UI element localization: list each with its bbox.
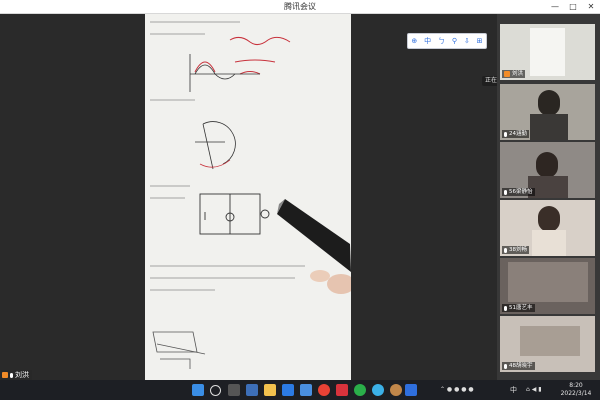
participant-tile[interactable]: 刘洪	[500, 24, 595, 80]
mic-icon	[10, 372, 13, 378]
toolbar-item-4[interactable]: ⚲	[452, 34, 457, 48]
toolbar-item-5[interactable]: ⇩	[464, 34, 470, 48]
clock-date: 2022/3/14	[560, 390, 592, 397]
participant-video	[538, 90, 560, 116]
toolbar-item-2[interactable]: 中	[424, 34, 431, 48]
tray-icons[interactable]: ⌃ ● ● ● ●	[440, 380, 474, 400]
floating-toolbar: ⊕ 中 ㄅ ⚲ ⇩ ⊞	[407, 33, 487, 49]
wechat-icon[interactable]	[354, 384, 366, 396]
title-bar: 腾讯会议 — □ ✕	[0, 0, 600, 14]
windows-icon[interactable]	[192, 384, 204, 396]
participant-name: 48胡晓宇	[509, 363, 533, 369]
maximize-button[interactable]: □	[566, 0, 580, 13]
mic-icon	[504, 363, 507, 369]
shared-paper-image	[145, 14, 351, 380]
participant-tile[interactable]: 51唐艺丰	[500, 258, 595, 314]
toolbar-item-6[interactable]: ⊞	[477, 34, 483, 48]
participant-tag: 51唐艺丰	[502, 304, 535, 312]
mic-icon	[504, 189, 507, 195]
screen-share-icon	[504, 71, 510, 77]
participant-video	[538, 206, 560, 232]
participant-video	[536, 152, 558, 178]
participant-video	[530, 28, 565, 76]
participant-tag: 刘洪	[502, 70, 526, 78]
participant-tag: 24涵勤	[502, 130, 529, 138]
mic-icon	[504, 305, 507, 311]
ime-indicator[interactable]: 中	[510, 380, 517, 400]
presenter-name: 刘洪	[15, 371, 29, 379]
participant-name: 38刘畅	[509, 247, 527, 253]
widgets-icon[interactable]	[246, 384, 258, 396]
tray-status-icons[interactable]: ⌂ ◀ ▮	[526, 380, 542, 400]
shared-screen	[145, 14, 351, 380]
participant-tile[interactable]: 24涵勤	[500, 84, 595, 140]
mail-icon[interactable]	[282, 384, 294, 396]
participant-tile[interactable]: 48胡晓宇	[500, 316, 595, 372]
chrome-icon[interactable]	[318, 384, 330, 396]
participant-tile[interactable]: 38刘畅	[500, 200, 595, 256]
taskbar: ⌃ ● ● ● ● 中 ⌂ ◀ ▮ 8:20 2022/3/14	[0, 380, 600, 400]
participant-name: 51唐艺丰	[509, 305, 533, 311]
clock[interactable]: 8:20 2022/3/14	[556, 382, 596, 398]
tencent-meeting-icon[interactable]	[405, 384, 417, 396]
mic-icon	[504, 247, 507, 253]
search-icon[interactable]	[210, 385, 221, 396]
participant-video	[520, 326, 580, 356]
mic-icon	[504, 131, 507, 137]
participant-tag: 38刘畅	[502, 246, 529, 254]
qq-icon[interactable]	[372, 384, 384, 396]
clock-time: 8:20	[569, 382, 583, 389]
participant-name: 56梁静怡	[509, 189, 533, 195]
toolbar-item-3[interactable]: ㄅ	[438, 34, 445, 48]
file-explorer-icon[interactable]	[264, 384, 276, 396]
task-view-icon[interactable]	[228, 384, 240, 396]
window-title: 腾讯会议	[284, 2, 316, 11]
participant-tile[interactable]: 56梁静怡	[500, 142, 595, 198]
participant-tag: 56梁静怡	[502, 188, 535, 196]
store-icon[interactable]	[300, 384, 312, 396]
minimize-button[interactable]: —	[548, 0, 562, 13]
participant-name: 刘洪	[512, 71, 524, 77]
screen-share-icon	[2, 372, 8, 378]
close-button[interactable]: ✕	[584, 0, 598, 13]
participants-sidebar: 刘洪 24涵勤 56梁静怡 38刘畅 51唐艺丰 48胡晓宇	[497, 14, 600, 380]
presenter-tag: 刘洪	[1, 370, 32, 380]
toolbar-item-1[interactable]: ⊕	[411, 34, 417, 48]
app-icon[interactable]	[390, 384, 402, 396]
wps-icon[interactable]	[336, 384, 348, 396]
participant-tag: 48胡晓宇	[502, 362, 535, 370]
participant-name: 24涵勤	[509, 131, 527, 137]
participant-video	[508, 262, 588, 302]
